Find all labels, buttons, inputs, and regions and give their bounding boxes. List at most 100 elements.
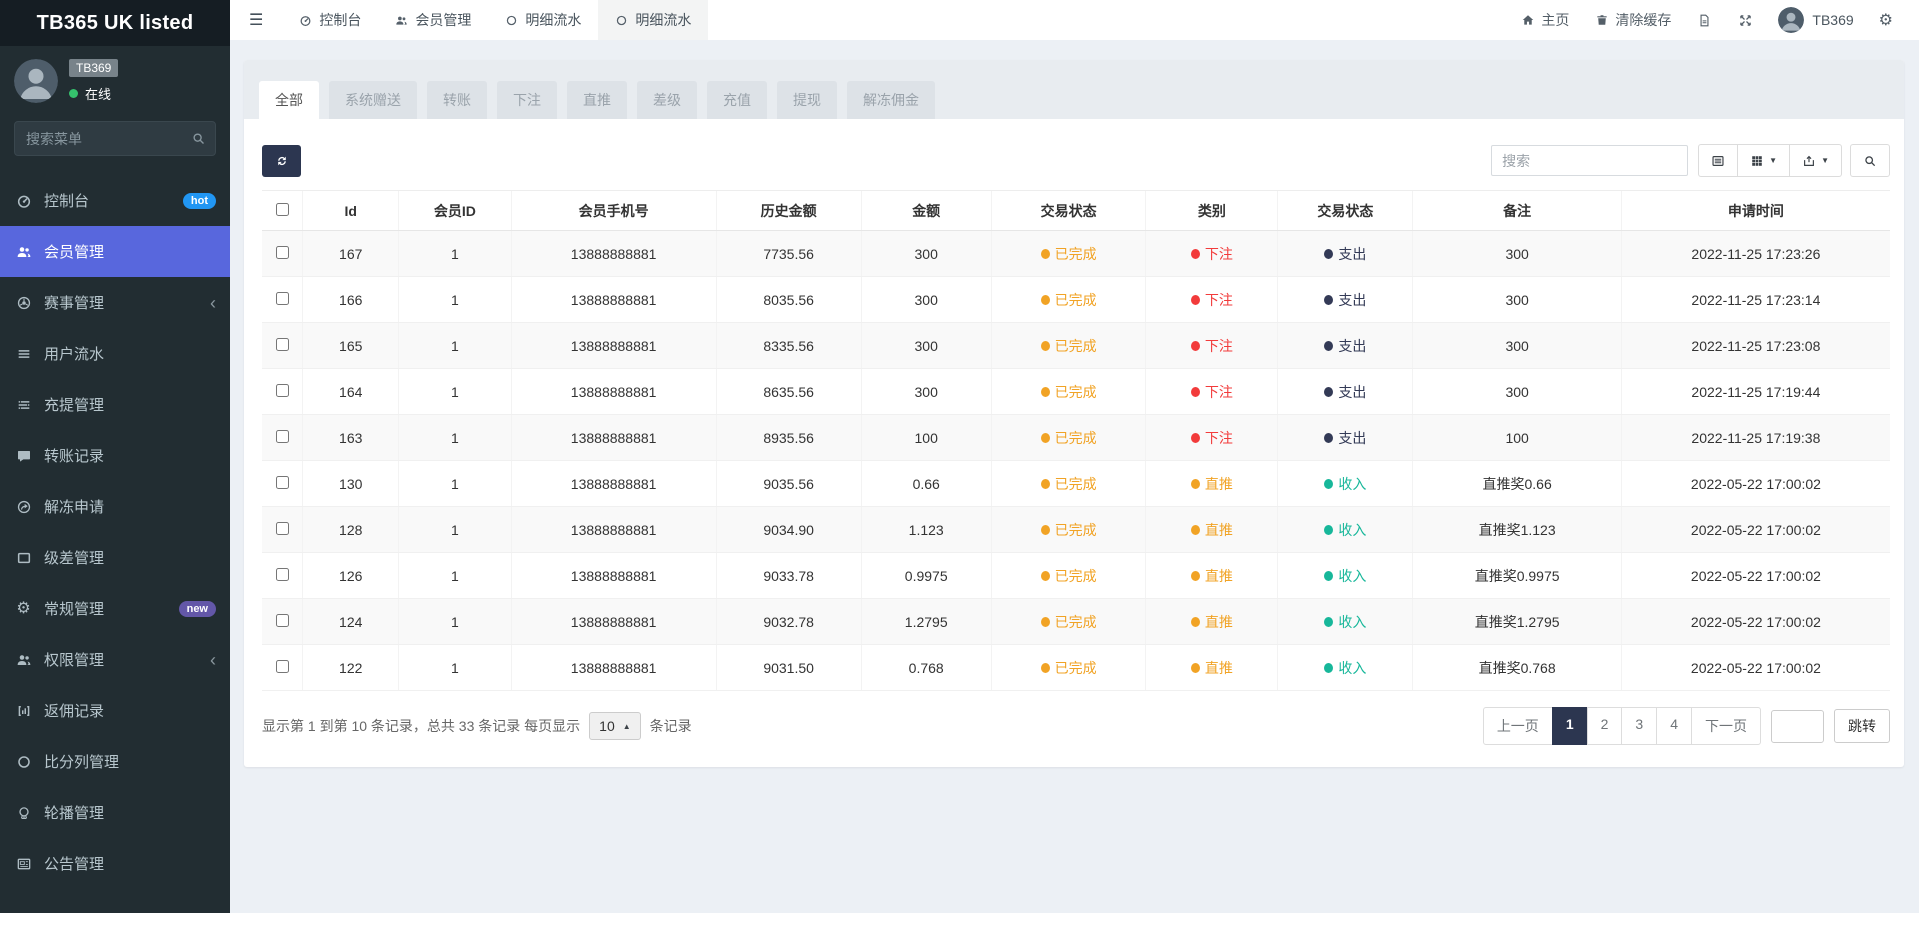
- cell-member-id: 1: [398, 506, 512, 553]
- search-toggle-button[interactable]: [1850, 144, 1890, 177]
- wipe-cache-button[interactable]: [1684, 13, 1725, 28]
- column-header: 金额: [860, 190, 992, 231]
- row-checkbox[interactable]: [275, 475, 289, 489]
- filter-tab-解冻佣金[interactable]: 解冻佣金: [847, 81, 935, 119]
- settings-gears-icon[interactable]: ⚙: [1866, 10, 1906, 30]
- filter-tab-充值[interactable]: 充值: [707, 81, 767, 119]
- refresh-button[interactable]: [262, 144, 301, 177]
- topbar-tab-控制台[interactable]: 控制台: [282, 0, 378, 40]
- prev-page-button[interactable]: 上一页: [1482, 707, 1553, 745]
- filter-tab-直推[interactable]: 直推: [567, 81, 627, 119]
- home-link[interactable]: 主页: [1508, 0, 1582, 40]
- row-checkbox[interactable]: [275, 659, 289, 673]
- column-header: Id: [302, 190, 399, 231]
- status-dot-icon: [1040, 616, 1050, 627]
- page-size-select[interactable]: 10 ▲: [589, 712, 641, 740]
- export-button[interactable]: ▼: [1789, 144, 1842, 177]
- filter-tab-提现[interactable]: 提现: [777, 81, 837, 119]
- sidebar-item-轮播管理[interactable]: 轮播管理: [0, 787, 230, 838]
- toggle-view-button[interactable]: [1698, 144, 1739, 177]
- next-page-button[interactable]: 下一页: [1691, 707, 1761, 745]
- sidebar-item-常规管理[interactable]: ⚙ 常规管理 new: [0, 583, 230, 634]
- sidebar-item-级差管理[interactable]: 级差管理: [0, 532, 230, 583]
- sidebar-item-label: 级差管理: [44, 550, 105, 567]
- document-refresh-icon: [1697, 13, 1712, 28]
- jump-button[interactable]: 跳转: [1834, 709, 1890, 743]
- select-all-checkbox[interactable]: [275, 202, 289, 216]
- sidebar-item-返佣记录[interactable]: 返佣记录: [0, 685, 230, 736]
- table-search-input[interactable]: [1491, 145, 1689, 176]
- jump-page-input[interactable]: [1771, 709, 1824, 743]
- sidebar-item-比分列管理[interactable]: 比分列管理: [0, 736, 230, 787]
- status-badge: 收入: [1324, 658, 1366, 678]
- cell-member-id: 1: [398, 368, 512, 415]
- status-dot-icon: [1040, 478, 1050, 489]
- cell-status: 已完成: [990, 598, 1146, 645]
- row-checkbox[interactable]: [275, 521, 289, 535]
- sidebar-item-控制台[interactable]: 控制台 hot: [0, 175, 230, 226]
- row-select-cell: [262, 414, 303, 461]
- sidebar-item-公告管理[interactable]: 公告管理: [0, 838, 230, 889]
- columns-button[interactable]: ▼: [1737, 144, 1791, 177]
- online-status-dot: [69, 89, 78, 98]
- hamburger-icon[interactable]: ☰: [230, 0, 282, 40]
- sidebar-item-会员管理[interactable]: 会员管理: [0, 226, 230, 277]
- page-button-1[interactable]: 1: [1551, 707, 1588, 745]
- users-icon: [395, 14, 408, 27]
- sidebar-search-input[interactable]: [14, 121, 216, 156]
- clear-cache-link[interactable]: 清除缓存: [1582, 0, 1684, 40]
- row-checkbox[interactable]: [275, 245, 289, 259]
- brand-title[interactable]: TB365 UK listed: [0, 0, 230, 46]
- status-dot-icon: [1190, 478, 1200, 489]
- status-badge: 收入: [1324, 474, 1366, 494]
- page-button-3[interactable]: 3: [1621, 707, 1658, 745]
- row-checkbox[interactable]: [275, 291, 289, 305]
- cell-id: 164: [302, 368, 399, 415]
- filter-tab-下注[interactable]: 下注: [497, 81, 557, 119]
- filter-tab-全部[interactable]: 全部: [259, 81, 319, 119]
- status-dot-icon: [1324, 294, 1334, 305]
- row-checkbox[interactable]: [275, 337, 289, 351]
- filter-tab-转账[interactable]: 转账: [427, 81, 487, 119]
- row-checkbox[interactable]: [275, 567, 289, 581]
- status-dot-icon: [1324, 570, 1334, 581]
- topbar-tab-明细流水[interactable]: 明细流水: [488, 0, 598, 40]
- sidebar-item-充提管理[interactable]: 充提管理: [0, 379, 230, 430]
- filter-tab-系统赠送[interactable]: 系统赠送: [329, 81, 417, 119]
- topbar-tab-明细流水[interactable]: 明细流水: [598, 0, 709, 40]
- chart-icon: [14, 703, 33, 719]
- fullscreen-button[interactable]: [1725, 13, 1766, 28]
- cell-id: 128: [302, 506, 399, 553]
- sidebar-item-赛事管理[interactable]: 赛事管理 ‹: [0, 277, 230, 328]
- user-avatar[interactable]: [14, 59, 58, 103]
- status-badge: 支出: [1324, 382, 1366, 402]
- cell-direction: 收入: [1277, 552, 1413, 599]
- cell-member-id: 1: [398, 460, 512, 507]
- topbar-tab-会员管理[interactable]: 会员管理: [378, 0, 488, 40]
- status-dot-icon: [1324, 524, 1334, 535]
- status-dot-icon: [1190, 570, 1200, 581]
- page-button-4[interactable]: 4: [1656, 707, 1692, 745]
- filter-tab-差级[interactable]: 差级: [637, 81, 697, 119]
- sidebar-item-label: 赛事管理: [44, 295, 105, 312]
- pagination: 上一页 1 2 3 4 下一页 跳转: [1482, 707, 1890, 745]
- row-checkbox[interactable]: [275, 613, 289, 627]
- app-root: TB365 UK listed TB369 在线 控制台 hot: [0, 0, 1919, 913]
- list-icon: [14, 346, 33, 362]
- sidebar-item-权限管理[interactable]: 权限管理 ‹: [0, 634, 230, 685]
- circle-icon: [615, 14, 628, 27]
- caret-down-icon: ▼: [1769, 156, 1778, 165]
- topbar-user-menu[interactable]: TB369: [1766, 7, 1865, 33]
- cell-id: 130: [302, 460, 399, 507]
- sidebar-item-转账记录[interactable]: 转账记录: [0, 430, 230, 481]
- sidebar-item-用户流水[interactable]: 用户流水: [0, 328, 230, 379]
- cell-member-id: 1: [398, 598, 512, 645]
- page-button-2[interactable]: 2: [1586, 707, 1623, 745]
- cell-status: 已完成: [990, 414, 1146, 461]
- row-checkbox[interactable]: [275, 383, 289, 397]
- sidebar-item-label: 用户流水: [44, 346, 105, 363]
- status-dot-icon: [1190, 294, 1200, 305]
- row-checkbox[interactable]: [275, 429, 289, 443]
- status-badge: 已完成: [1040, 428, 1097, 448]
- sidebar-item-解冻申请[interactable]: 解冻申请: [0, 481, 230, 532]
